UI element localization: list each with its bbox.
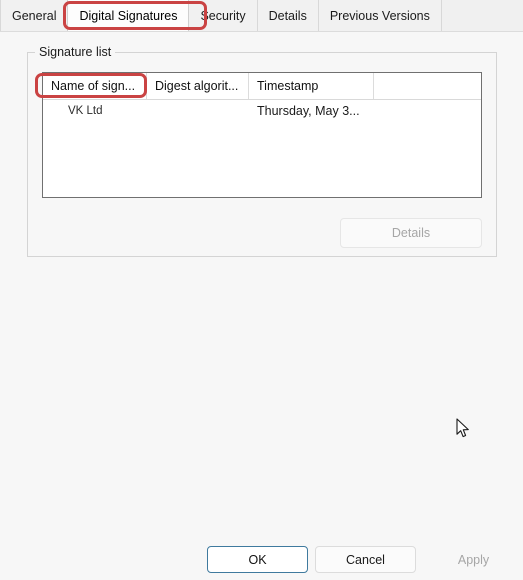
column-header-timestamp-label: Timestamp — [257, 79, 319, 93]
cell-timestamp: Thursday, May 3... — [257, 104, 360, 118]
signature-list-label: Signature list — [35, 45, 116, 60]
apply-button-label: Apply — [457, 552, 490, 567]
tab-security[interactable]: Security — [189, 0, 258, 31]
column-header-name-of-signer-label: Name of sign... — [51, 79, 136, 93]
tab-details[interactable]: Details — [257, 0, 319, 31]
tab-previous-versions-label: Previous Versions — [329, 8, 430, 23]
tab-digital-signatures[interactable]: Digital Signatures — [67, 0, 190, 31]
column-header-timestamp[interactable]: Timestamp — [249, 73, 374, 99]
tab-previous-versions[interactable]: Previous Versions — [318, 0, 442, 31]
column-header-digest-algorithm[interactable]: Digest algorit... — [147, 73, 249, 99]
column-header-digest-algorithm-label: Digest algorit... — [155, 79, 239, 93]
details-button-label: Details — [391, 226, 431, 240]
apply-button[interactable]: Apply — [423, 546, 523, 573]
details-button[interactable]: Details — [340, 218, 482, 248]
arrow-pointer-icon — [456, 418, 469, 438]
tab-security-label: Security — [200, 8, 246, 23]
column-header-spacer[interactable] — [374, 73, 481, 99]
listview-header-row: Name of sign... Digest algorit... Timest… — [43, 73, 481, 100]
ok-button-label: OK — [248, 552, 267, 567]
tab-general[interactable]: General — [0, 0, 69, 31]
cell-name-of-signer: VK Ltd — [68, 105, 103, 117]
column-header-name-of-signer[interactable]: Name of sign... — [43, 73, 147, 99]
table-row[interactable]: VK Ltd Thursday, May 3... — [43, 100, 481, 122]
tab-strip: General Digital Signatures Security Deta… — [0, 0, 523, 32]
tab-general-label: General — [12, 8, 57, 23]
ok-button[interactable]: OK — [207, 546, 308, 573]
cancel-button-label: Cancel — [346, 552, 385, 567]
tab-details-label: Details — [268, 8, 307, 23]
cancel-button[interactable]: Cancel — [315, 546, 416, 573]
signature-listview[interactable]: Name of sign... Digest algorit... Timest… — [42, 72, 482, 198]
tab-digital-signatures-label: Digital Signatures — [79, 8, 178, 23]
